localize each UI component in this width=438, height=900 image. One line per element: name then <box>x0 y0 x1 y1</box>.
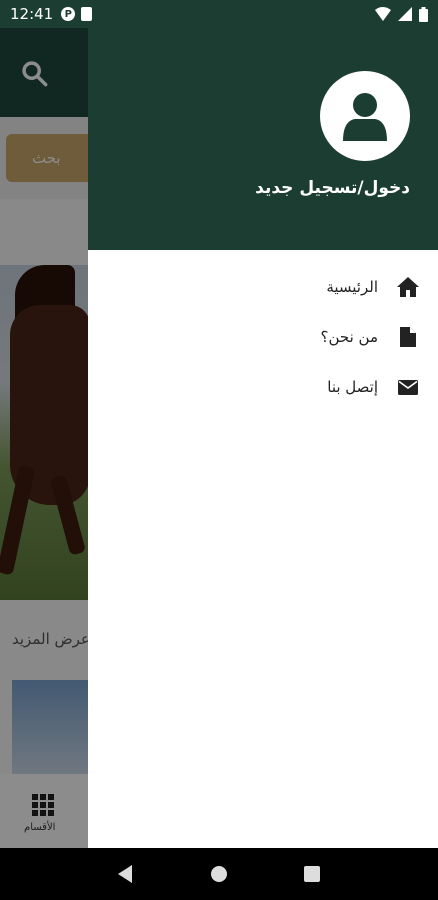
mail-icon <box>396 375 420 399</box>
menu-item-label: الرئيسية <box>326 278 378 296</box>
home-icon <box>396 275 420 299</box>
menu-item-contact[interactable]: إتصل بنا <box>88 362 438 412</box>
signal-icon <box>398 7 412 21</box>
menu-item-about[interactable]: من نحن؟ <box>88 312 438 362</box>
wifi-icon <box>375 7 391 21</box>
drawer-menu: الرئيسية من نحن؟ إتصل بنا <box>88 250 438 412</box>
login-register-link[interactable]: دخول/تسجيل جديد <box>255 178 410 198</box>
menu-item-label: إتصل بنا <box>327 378 378 396</box>
sd-card-icon <box>81 7 93 21</box>
menu-item-label: من نحن؟ <box>320 328 378 346</box>
document-icon <box>396 325 420 349</box>
battery-icon <box>419 6 428 22</box>
status-bar: 12:41 P <box>0 0 438 28</box>
system-nav-bar <box>0 848 438 900</box>
navigation-drawer: دخول/تسجيل جديد الرئيسية من نحن؟ إتصل بن… <box>88 28 438 848</box>
back-icon[interactable] <box>118 865 134 883</box>
avatar[interactable] <box>320 71 410 161</box>
home-nav-icon[interactable] <box>210 865 228 883</box>
user-icon <box>343 93 387 141</box>
recents-icon[interactable] <box>304 866 320 882</box>
status-time: 12:41 <box>10 5 54 23</box>
p-badge-icon: P <box>61 7 76 21</box>
drawer-header: دخول/تسجيل جديد <box>88 28 438 250</box>
menu-item-home[interactable]: الرئيسية <box>88 262 438 312</box>
